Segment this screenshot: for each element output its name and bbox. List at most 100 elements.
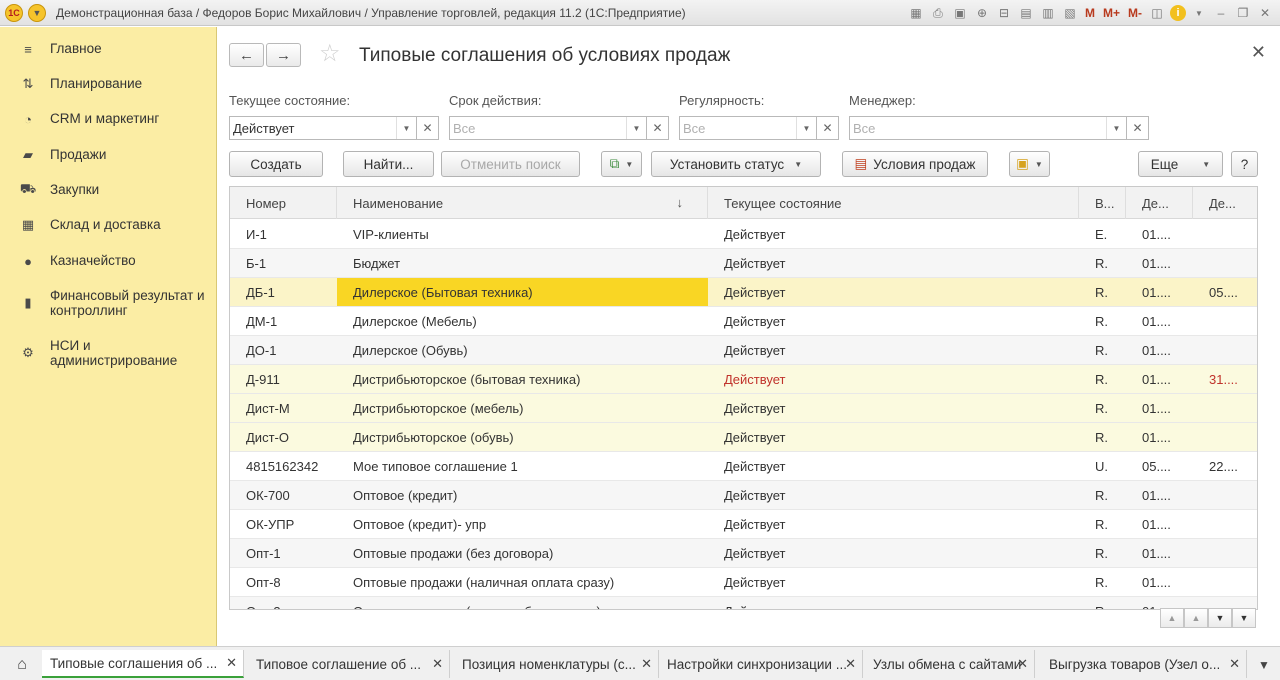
- close-form-icon[interactable]: ✕: [1251, 42, 1266, 63]
- scroll-bottom-button[interactable]: ▼: [1232, 608, 1256, 628]
- home-icon[interactable]: ⌂: [8, 653, 36, 677]
- period-filter-field[interactable]: Все ▼: [449, 116, 647, 140]
- table-row[interactable]: И-1 VIP-клиенты Действует E. 01....: [230, 220, 1257, 249]
- cell-state: Действует: [724, 371, 786, 387]
- state-filter-field[interactable]: Действует ▼: [229, 116, 417, 140]
- close-tab-icon[interactable]: ✕: [432, 656, 443, 672]
- chevron-down-icon[interactable]: ▼: [396, 117, 416, 139]
- sidebar-item-main[interactable]: ≡ Главное: [0, 41, 216, 57]
- more-button[interactable]: Еще ▼: [1138, 151, 1223, 177]
- tabs-menu-icon[interactable]: ▼: [1250, 653, 1278, 677]
- save-icon[interactable]: ▦: [907, 4, 925, 22]
- state-filter-clear-button[interactable]: ✕: [417, 116, 439, 140]
- tab-item-position[interactable]: Позиция номенклатуры (с... ✕: [454, 650, 659, 678]
- scroll-up-button[interactable]: ▲: [1184, 608, 1208, 628]
- table-row[interactable]: 4815162342 Мое типовое соглашение 1 Действ…: [230, 452, 1257, 481]
- tab-standard-agreements[interactable]: Типовые соглашения об ... ✕: [42, 650, 244, 678]
- reports-dropdown-button[interactable]: ▣ ▼: [1009, 151, 1050, 177]
- back-button[interactable]: ←: [229, 43, 264, 67]
- chevron-down-icon[interactable]: ▼: [1106, 117, 1126, 139]
- close-window-icon[interactable]: ✕: [1256, 4, 1274, 22]
- help-button[interactable]: ?: [1231, 151, 1258, 177]
- column-header-number[interactable]: Номер: [230, 187, 337, 219]
- preview-icon[interactable]: ▣: [951, 4, 969, 22]
- sidebar-item-purchases[interactable]: ⛟ Закупки: [0, 181, 216, 198]
- table-row[interactable]: ДО-1 Дилерское (Обувь) Действует R. 01....: [230, 336, 1257, 365]
- table-row[interactable]: ДБ-1 Дилерское (Бытовая техника) Действует…: [230, 278, 1257, 307]
- sales-terms-button[interactable]: ▤ Условия продаж: [842, 151, 988, 177]
- calendar-icon[interactable]: ▥: [1039, 4, 1057, 22]
- main-menu-icon[interactable]: ▼: [28, 3, 46, 22]
- calculator-icon[interactable]: ▤: [1017, 4, 1035, 22]
- column-header-name[interactable]: Наименование ↓: [337, 187, 708, 219]
- cell-col4: R.: [1095, 429, 1108, 445]
- restore-icon[interactable]: ❐: [1234, 4, 1252, 22]
- sidebar-item-crm[interactable]: ◔ CRM и маркетинг: [0, 111, 216, 127]
- set-status-button[interactable]: Установить статус ▼: [651, 151, 821, 177]
- memory-minus-button[interactable]: M-: [1126, 4, 1144, 22]
- regularity-filter-clear-button[interactable]: ✕: [817, 116, 839, 140]
- minimize-icon[interactable]: –: [1212, 4, 1230, 22]
- regularity-filter-field[interactable]: Все ▼: [679, 116, 817, 140]
- close-tab-icon[interactable]: ✕: [1229, 656, 1240, 672]
- sidebar-item-planning[interactable]: ⇅ Планирование: [0, 76, 216, 92]
- sidebar-item-admin[interactable]: ⚙ НСИ и администрирование: [0, 338, 216, 368]
- column-header-col6[interactable]: Де...: [1193, 187, 1257, 219]
- table-row[interactable]: Д-911 Дистрибьюторское (бытовая техника) Д…: [230, 365, 1257, 394]
- info-icon[interactable]: i: [1170, 5, 1186, 21]
- favorite-star-icon[interactable]: ☆: [319, 42, 341, 66]
- chevron-down-icon[interactable]: ▼: [626, 117, 646, 139]
- cell-number: ОК-УПР: [246, 516, 295, 532]
- tab-standard-agreement[interactable]: Типовое соглашение об ... ✕: [248, 650, 450, 678]
- scroll-top-button[interactable]: ▲: [1160, 608, 1184, 628]
- table-row[interactable]: Опт-3Оптовые продажи (отгрузка без резер…: [230, 597, 1257, 609]
- period-filter-clear-button[interactable]: ✕: [647, 116, 669, 140]
- print-icon[interactable]: ⎙: [929, 4, 947, 22]
- tab-goods-export[interactable]: Выгрузка товаров (Узел о... ✕: [1041, 650, 1247, 678]
- cell-col5: 01....: [1142, 342, 1171, 358]
- column-header-col5[interactable]: Де...: [1126, 187, 1193, 219]
- tab-label: Выгрузка товаров (Узел о...: [1049, 656, 1221, 672]
- table-row[interactable]: ДМ-1 Дилерское (Мебель) Действует R. 01....: [230, 307, 1257, 336]
- close-tab-icon[interactable]: ✕: [1017, 656, 1028, 672]
- cancel-search-button[interactable]: Отменить поиск: [441, 151, 580, 177]
- scroll-down-button[interactable]: ▼: [1208, 608, 1232, 628]
- tab-sync-settings[interactable]: Настройки синхронизации ... ✕: [659, 650, 863, 678]
- column-header-state[interactable]: Текущее состояние: [708, 187, 1079, 219]
- memory-m-button[interactable]: M: [1083, 4, 1097, 22]
- layout-icon[interactable]: ◫: [1148, 4, 1166, 22]
- app-logo-icon[interactable]: 1С: [5, 3, 23, 22]
- table-row[interactable]: Дист-О Дистрибьюторское (обувь) Действует R…: [230, 423, 1257, 452]
- document-icon[interactable]: ▧: [1061, 4, 1079, 22]
- cell-col4: R.: [1095, 574, 1108, 590]
- user-icon[interactable]: ⊕: [973, 4, 991, 22]
- sidebar-item-warehouse[interactable]: ▦ Склад и доставка: [0, 217, 216, 233]
- info-dropdown-icon[interactable]: ▼: [1190, 4, 1208, 22]
- memory-plus-button[interactable]: M+: [1101, 4, 1122, 22]
- sidebar-item-treasury[interactable]: ● Казначейство: [0, 253, 216, 269]
- forward-button[interactable]: →: [266, 43, 301, 67]
- table-row[interactable]: ОК-УПР Оптовое (кредит)- упр Действует R. 01…: [230, 510, 1257, 539]
- printer-icon[interactable]: ⊟: [995, 4, 1013, 22]
- chevron-down-icon[interactable]: ▼: [796, 117, 816, 139]
- table-row[interactable]: Б-1 Бюджет Действует R. 01....: [230, 249, 1257, 278]
- agreements-table[interactable]: Номер Наименование ↓ Текущее состояние В…: [229, 186, 1258, 610]
- column-header-col4[interactable]: В...: [1079, 187, 1126, 219]
- close-tab-icon[interactable]: ✕: [845, 656, 856, 672]
- find-button[interactable]: Найти...: [343, 151, 434, 177]
- tab-exchange-nodes[interactable]: Узлы обмена с сайтами ✕: [865, 650, 1035, 678]
- table-row[interactable]: Опт-1 Оптовые продажи (без договора) Дейст…: [230, 539, 1257, 568]
- sidebar-item-finance[interactable]: ▮ Финансовый результат и контроллинг: [0, 288, 216, 318]
- tab-label: Узлы обмена с сайтами: [873, 656, 1022, 672]
- close-tab-icon[interactable]: ✕: [226, 655, 237, 671]
- close-tab-icon[interactable]: ✕: [641, 656, 652, 672]
- table-row[interactable]: Дист-М Дистрибьюторское (мебель) Действует…: [230, 394, 1257, 423]
- table-row[interactable]: ОК-700 Оптовое (кредит) Действует R. 01....: [230, 481, 1257, 510]
- manager-filter-field[interactable]: Все ▼: [849, 116, 1127, 140]
- create-button[interactable]: Создать: [229, 151, 323, 177]
- copy-dropdown-button[interactable]: ⧉ ▼: [601, 151, 642, 177]
- table-row[interactable]: Опт-8 Оптовые продажи (наличная оплата ср…: [230, 568, 1257, 597]
- manager-filter-clear-button[interactable]: ✕: [1127, 116, 1149, 140]
- sidebar-item-sales[interactable]: ▰ Продажи: [0, 147, 216, 163]
- cell-name: Дистрибьюторское (бытовая техника): [353, 371, 581, 387]
